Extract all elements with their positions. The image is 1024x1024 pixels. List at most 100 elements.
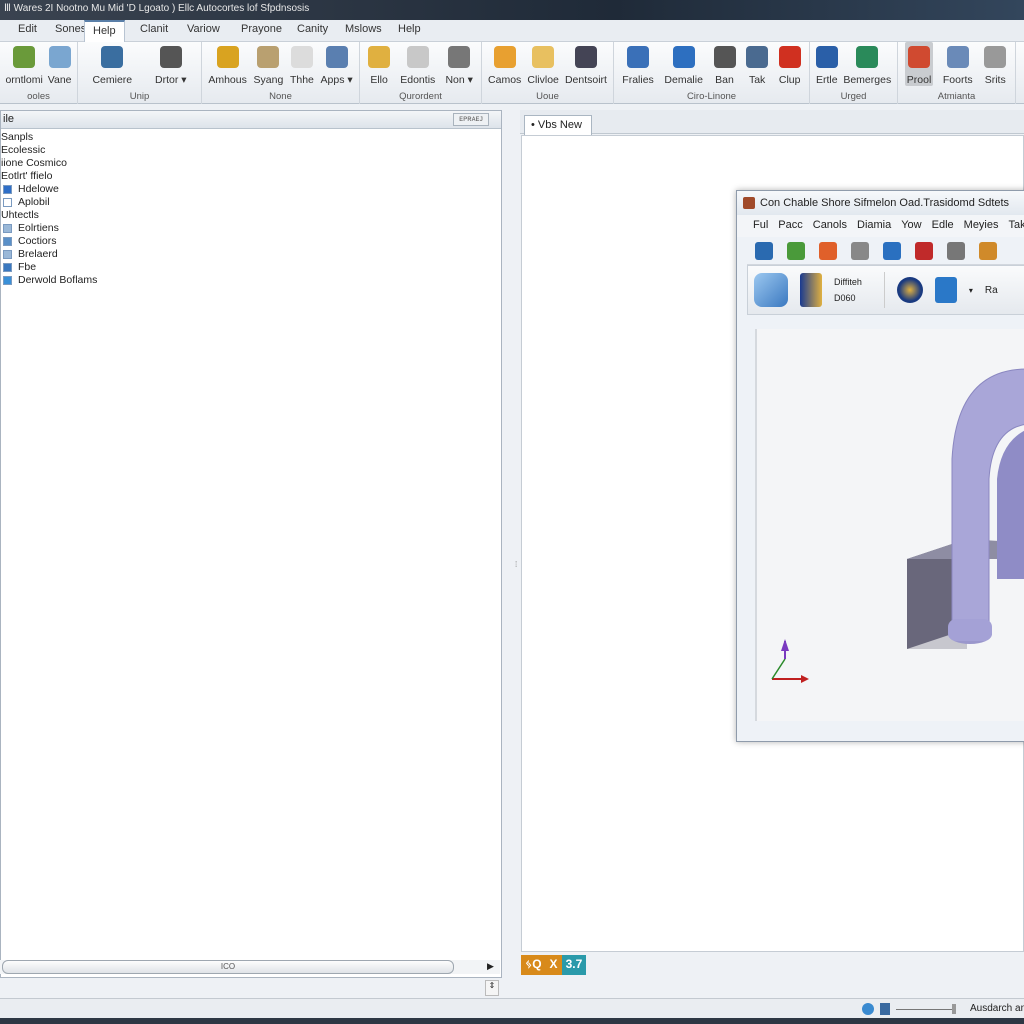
ribbon-button[interactable]: Syang (252, 42, 286, 86)
ribbon-button-label: Syang (253, 74, 284, 86)
left-panel: ile ᴇᴘʀᴀᴇᴊ Sanpls Ecolessic iione Cosmico E… (0, 110, 502, 978)
user-icon (257, 46, 280, 68)
tree-item[interactable]: Hdelowe (1, 183, 501, 196)
tree-item[interactable]: Eolrtiens (1, 222, 501, 235)
tree-item[interactable]: iione Cosmico (1, 157, 501, 170)
ribbon-button[interactable]: Apps ▾ (319, 42, 355, 86)
ribbon-group: Prool Foorts Srits Atmianta (898, 42, 1016, 104)
ribbon-button[interactable]: Srits (982, 42, 1008, 86)
toolbar-icon[interactable] (819, 241, 837, 260)
ribbon-button[interactable]: Demalie (662, 42, 705, 86)
splitter-handle[interactable]: ⁞ (515, 560, 517, 569)
ribbon-tabs: Edit Sones Help Clanit Variow Prayone Canity Ms… (0, 20, 1024, 42)
ribbon-button[interactable]: orntlomi (3, 42, 44, 86)
scroll-right-arrow-icon[interactable]: ▶ (487, 961, 494, 972)
menu-tab[interactable]: Variow (187, 23, 220, 35)
inner-menu-item[interactable]: Yow (901, 219, 921, 233)
tree-item[interactable]: Brelaerd (1, 248, 501, 261)
layers-icon[interactable] (934, 277, 957, 303)
menu-tab[interactable]: Help (84, 20, 125, 42)
ribbon-button[interactable]: Cemiere (90, 42, 134, 86)
tree-item[interactable]: Sanpls (1, 131, 501, 144)
inner-menu-item[interactable]: Edle (932, 219, 954, 233)
tree-item[interactable]: Derwold Boflams (1, 274, 501, 287)
ribbon-button[interactable]: Thhe (288, 42, 316, 86)
ribbon-group: Ertle Bemerges Urged (810, 42, 898, 104)
menu-tab[interactable]: Canity (297, 23, 328, 35)
browser-icon[interactable] (862, 1003, 874, 1015)
ribbon-button[interactable]: Ello (366, 42, 392, 86)
ribbon-button[interactable]: Dentsoirt (563, 42, 609, 86)
menu-tab[interactable]: Clanit (140, 23, 168, 35)
ribbon-group-label: Unip (129, 91, 150, 102)
inner-menu-item[interactable]: Canols (813, 219, 847, 233)
menu-tab[interactable]: Mslows (345, 23, 382, 35)
ribbon-button[interactable]: Prool (904, 42, 934, 86)
view-icon[interactable] (880, 1003, 890, 1015)
tree-item[interactable]: Eotlrt' ffielo (1, 170, 501, 183)
ribbon-button[interactable]: Edontis (398, 42, 437, 86)
toolbar-item-2[interactable]: D060 (834, 290, 862, 306)
3d-model (771, 368, 1024, 683)
ribbon-button[interactable]: Clup (777, 42, 803, 86)
ribbon-button[interactable]: Clivloe (525, 42, 561, 86)
globe-icon (325, 46, 348, 68)
panel-options-button[interactable]: ᴇᴘʀᴀᴇᴊ (453, 113, 489, 126)
toolbar-icon[interactable] (787, 241, 805, 260)
ribbon-button[interactable]: Foorts (941, 42, 975, 86)
database-icon[interactable] (754, 273, 788, 307)
toolbar-icon[interactable] (947, 241, 965, 260)
inner-menu-item[interactable]: Diamia (857, 219, 891, 233)
menu-tab[interactable]: Edit (18, 23, 37, 35)
menu-tab[interactable]: Sones (55, 23, 86, 35)
ribbon-button[interactable]: Vane (46, 42, 74, 86)
ribbon-button[interactable]: Amhous (206, 42, 249, 86)
ribbon-button[interactable]: Tak (744, 42, 770, 86)
menu-tab[interactable]: Prayone (241, 23, 282, 35)
toolbar-icon[interactable] (755, 241, 773, 260)
ribbon-button[interactable]: Drtor ▾ (153, 42, 189, 86)
toolbar-icon[interactable] (851, 241, 869, 260)
menu-tab[interactable]: Help (398, 23, 421, 35)
zoom-slider-thumb[interactable] (952, 1004, 956, 1014)
ribbon-button[interactable]: Bemerges (841, 42, 893, 86)
folder-icon (532, 46, 555, 68)
tree-item[interactable]: Ecolessic (1, 144, 501, 157)
ribbon-button[interactable]: Non ▾ (443, 42, 474, 86)
tree-item[interactable]: Aplobil (1, 196, 501, 209)
ribbon-button-label: Bemerges (843, 74, 892, 86)
toolbar-icon[interactable] (979, 241, 997, 260)
ribbon-group-label: Uoue (536, 91, 559, 102)
ribbon-group-label: Urged (840, 91, 867, 102)
inner-menu-item[interactable]: Pacc (778, 219, 802, 233)
ribbon-button-label: Vane (47, 74, 72, 86)
coordinate-badge: X (545, 955, 562, 975)
tree-node-icon (3, 198, 12, 207)
ribbon-button[interactable]: Ertle (814, 42, 840, 86)
compass-icon[interactable] (896, 277, 923, 303)
ribbon-button[interactable]: Ban (712, 42, 738, 86)
ribbon-button[interactable]: Fralies (620, 42, 656, 86)
tree-item[interactable]: Coctiors (1, 235, 501, 248)
tree-item[interactable]: Fbe (1, 261, 501, 274)
tree-item-label: Eotlrt' ffielo (1, 170, 53, 182)
tree-item[interactable]: Uhtectls (1, 209, 501, 222)
inner-menu-item[interactable]: Meyies (964, 219, 999, 233)
ribbon-button-label: Clivloe (527, 74, 559, 86)
merge-icon (856, 46, 879, 68)
trash-icon (13, 46, 36, 68)
left-panel-title: ile (3, 113, 15, 125)
toolbar-icon[interactable] (883, 241, 901, 260)
book-icon[interactable] (800, 273, 822, 307)
spin-button[interactable]: ⇕ (485, 980, 499, 996)
scrollbar-thumb[interactable]: ICO (2, 960, 454, 974)
3d-viewport[interactable] (755, 329, 1024, 721)
ribbon-button[interactable]: Camos (486, 42, 523, 86)
inner-menu-item[interactable]: Ful (753, 219, 768, 233)
tab-view-new[interactable]: • Vbs New (524, 115, 592, 135)
ribbon-button-label: Thhe (289, 74, 314, 86)
inner-menu-item[interactable]: Takl (1009, 219, 1024, 233)
toolbar-item-1[interactable]: Diffiteh (834, 274, 862, 290)
zoom-slider[interactable] (896, 1009, 956, 1010)
toolbar-icon[interactable] (915, 241, 933, 260)
